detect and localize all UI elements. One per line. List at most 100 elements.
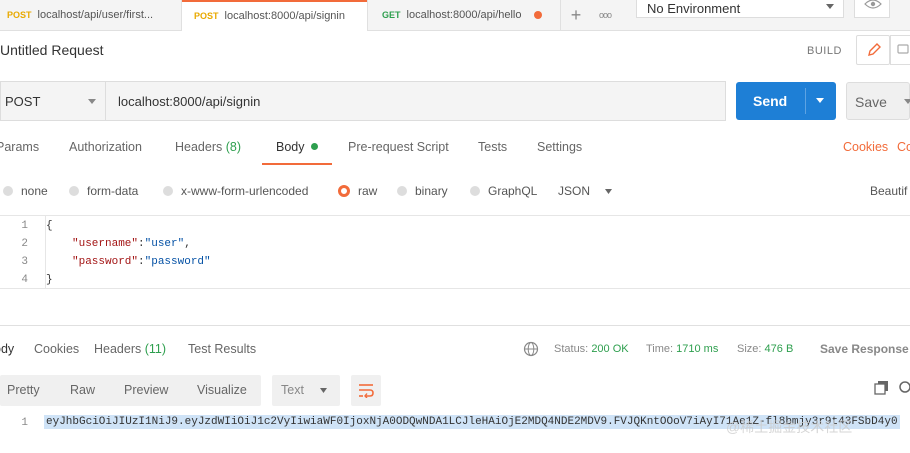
tab-headers[interactable]: Headers (8) [175,140,241,154]
request-tab-3[interactable]: GET localhost:8000/api/hello [369,0,559,30]
tab-url: localhost:8000/api/hello [406,9,522,21]
code-line: "username":"user", [72,238,191,250]
radio-binary[interactable]: binary [397,184,448,198]
environment-selector[interactable]: No Environment [636,0,844,18]
tab-tests[interactable]: Tests [478,140,507,154]
radio-label: form-data [87,184,139,198]
tab-body[interactable]: Body [276,140,318,154]
radio-label: GraphQL [488,184,538,198]
tab-method-get: GET [382,10,401,20]
plus-icon: + [570,4,582,25]
size-label: Size: [737,343,762,355]
watermark: @稀土掘金技术社区 [726,419,853,435]
code-line: "password":"password" [72,256,211,268]
radio-circle [470,186,480,196]
request-body-editor[interactable]: 1 { 2 "username":"user", 3 "password":"p… [0,215,910,289]
time-value: 1710 ms [676,343,719,355]
tab-body-label: Body [276,140,305,154]
status-value: 200 OK [591,343,629,355]
response-tab-body[interactable]: ody [0,342,14,356]
tab-headers-label: Headers [175,140,223,154]
request-title[interactable]: Untitled Request [0,42,104,58]
line-number: 1 [21,220,28,232]
status-label: Status: [554,343,589,355]
radio-raw[interactable]: raw [338,184,377,198]
format-visualize-button[interactable]: Visualize [197,383,247,397]
code-link[interactable]: Co [897,140,910,154]
language-label: JSON [558,184,591,198]
response-type-select[interactable]: Text [272,375,340,406]
radio-urlencoded[interactable]: x-www-form-urlencoded [163,184,308,198]
format-preview-button[interactable]: Preview [124,383,168,397]
response-tab-headers[interactable]: Headers (11) [94,342,166,356]
format-raw-button[interactable]: Raw [70,383,95,397]
comments-button[interactable] [890,35,910,65]
body-active-dot-icon [310,143,318,150]
environment-label: No Environment [647,1,741,16]
json-sep: : [138,256,145,268]
chevron-down-icon [605,188,613,194]
method-select[interactable]: POST [0,81,106,121]
code-line: } [46,274,53,286]
save-label: Save [855,94,887,110]
environment-quick-look-button[interactable] [854,0,890,18]
line-number: 2 [21,238,28,250]
tab-settings[interactable]: Settings [537,140,582,154]
method-label: POST [5,93,41,109]
tab-method-post: POST [7,10,32,20]
line-number: 4 [21,274,28,286]
chevron-down-icon [826,4,834,9]
radio-circle [163,186,173,196]
more-tabs-button[interactable]: ooo [592,0,618,30]
search-icon[interactable] [898,380,910,396]
radio-label: raw [358,184,378,198]
response-divider [0,325,910,326]
radio-none[interactable]: none [3,184,48,198]
request-tab-2-active[interactable]: POST localhost:8000/api/signin [181,0,368,31]
build-label: BUILD [807,45,842,57]
status-readout: Status: 200 OK [554,343,629,355]
response-type-label: Text [281,383,304,397]
tab-prerequest-script[interactable]: Pre-request Script [348,140,449,154]
tab-params[interactable]: Params [0,140,39,154]
wrap-lines-button[interactable] [351,375,381,406]
time-readout: Time: 1710 ms [646,343,718,355]
radio-graphql[interactable]: GraphQL [470,184,537,198]
send-button[interactable]: Send [736,82,836,120]
code-line: { [46,220,53,232]
radio-label: binary [415,184,448,198]
json-key: "password" [72,256,139,268]
url-value: localhost:8000/api/signin [118,93,261,109]
request-tab-1[interactable]: POST localhost/api/user/first... [0,0,180,30]
response-tab-test-results[interactable]: Test Results [188,342,256,356]
beautify-link[interactable]: Beautif [870,184,907,198]
copy-icon[interactable] [874,380,890,396]
wrap-lines-icon [359,384,374,398]
radio-circle [397,186,407,196]
tab-url: localhost/api/user/first... [37,9,154,21]
chevron-down-icon [320,388,327,393]
response-headers-label: Headers [94,342,142,356]
globe-icon[interactable] [523,341,539,357]
tab-method-post: POST [194,10,219,21]
radio-circle [3,186,13,196]
size-value: 476 B [764,343,794,355]
radio-circle [69,186,79,196]
edit-button[interactable] [856,35,890,65]
save-response-button[interactable]: Save Response [820,342,909,356]
cookies-link[interactable]: Cookies [843,140,888,154]
format-pretty-button[interactable]: Pretty [7,383,40,397]
new-tab-button[interactable]: + [560,0,591,30]
json-value: "user" [144,238,185,250]
size-readout: Size: 476 B [737,343,793,355]
language-select[interactable]: JSON [558,184,613,198]
radio-form-data[interactable]: form-data [69,184,138,198]
tab-authorization[interactable]: Authorization [69,140,142,154]
time-label: Time: [646,343,674,355]
active-tab-underline [262,163,332,165]
response-tab-cookies[interactable]: Cookies [34,342,79,356]
json-key: "username" [72,238,139,250]
chevron-down-icon[interactable] [815,97,825,105]
save-button[interactable]: Save [846,82,910,120]
url-input[interactable]: localhost:8000/api/signin [106,81,726,121]
